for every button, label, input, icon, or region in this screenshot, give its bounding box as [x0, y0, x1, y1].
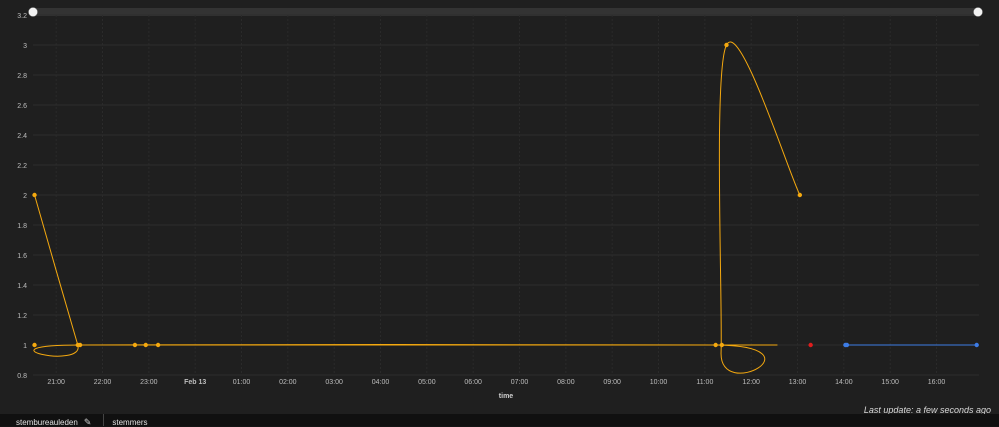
- y-tick-label: 1.6: [17, 253, 27, 260]
- data-point: [719, 342, 725, 348]
- x-tick-label: 03:00: [325, 379, 343, 386]
- x-tick-label: 13:00: [789, 379, 807, 386]
- x-tick-label: 22:00: [94, 379, 112, 386]
- x-tick-label: 08:00: [557, 379, 575, 386]
- y-tick-label: 1.8: [17, 223, 27, 230]
- data-point: [32, 342, 37, 348]
- data-point: [155, 342, 161, 348]
- y-tick-label: 1.2: [17, 313, 27, 320]
- x-tick-label: 06:00: [464, 379, 482, 386]
- y-tick-label: 2.6: [17, 103, 27, 110]
- data-point: [844, 342, 850, 348]
- y-tick-label: 2.8: [17, 73, 27, 80]
- x-tick-label: 09:00: [603, 379, 621, 386]
- x-tick-label: 23:00: [140, 379, 158, 386]
- data-point: [77, 342, 83, 348]
- x-tick-label: Feb 13: [184, 379, 206, 386]
- x-tick-label: 07:00: [511, 379, 529, 386]
- tab-stemmers[interactable]: stemmers: [103, 414, 155, 427]
- y-tick-label: 2.4: [17, 133, 27, 140]
- x-tick-label: 02:00: [279, 379, 297, 386]
- pencil-icon[interactable]: ✎: [84, 418, 92, 427]
- x-tick-label: 04:00: [372, 379, 390, 386]
- chart-panel: 0.8 1 1.2 1.4 1.6 1.8 2 2.2 2.4 2.6 2.8 3 3.2 21:00 22…: [0, 0, 999, 415]
- y-tick-label: 1.4: [17, 283, 27, 290]
- tab-stembureauleden[interactable]: stembureauleden ✎: [0, 414, 99, 427]
- x-tick-label: 14:00: [835, 379, 853, 386]
- x-tick-label: 21:00: [47, 379, 65, 386]
- data-point: [713, 342, 718, 348]
- tab-bar: stembureauleden ✎ stemmers: [0, 414, 999, 427]
- data-point: [808, 342, 813, 348]
- y-tick-label: 1: [23, 343, 27, 350]
- data-point: [143, 342, 148, 348]
- range-handle-right: [973, 7, 983, 17]
- x-axis-label: time: [499, 393, 514, 400]
- y-tick-label: 3.2: [17, 13, 27, 20]
- y-tick-label: 2.2: [17, 163, 27, 170]
- x-tick-label: 05:00: [418, 379, 436, 386]
- data-point: [974, 342, 979, 348]
- x-tick-label: 12:00: [742, 379, 760, 386]
- data-point: [724, 42, 729, 48]
- x-tick-label: 10:00: [650, 379, 668, 386]
- x-tick-label: 11:00: [696, 379, 713, 386]
- x-tick-label: 16:00: [928, 379, 946, 386]
- data-point: [32, 192, 37, 198]
- y-tick-label: 3: [23, 43, 27, 50]
- data-point: [132, 342, 138, 348]
- data-point: [797, 192, 803, 198]
- x-tick-label: 01:00: [233, 379, 251, 386]
- line-chart: 0.8 1 1.2 1.4 1.6 1.8 2 2.2 2.4 2.6 2.8 3 3.2 21:00 22…: [17, 7, 983, 400]
- y-tick-label: 2: [23, 193, 27, 200]
- y-tick-label: 0.8: [17, 373, 27, 380]
- range-handle-left: [28, 7, 38, 17]
- x-tick-label: 15:00: [881, 379, 899, 386]
